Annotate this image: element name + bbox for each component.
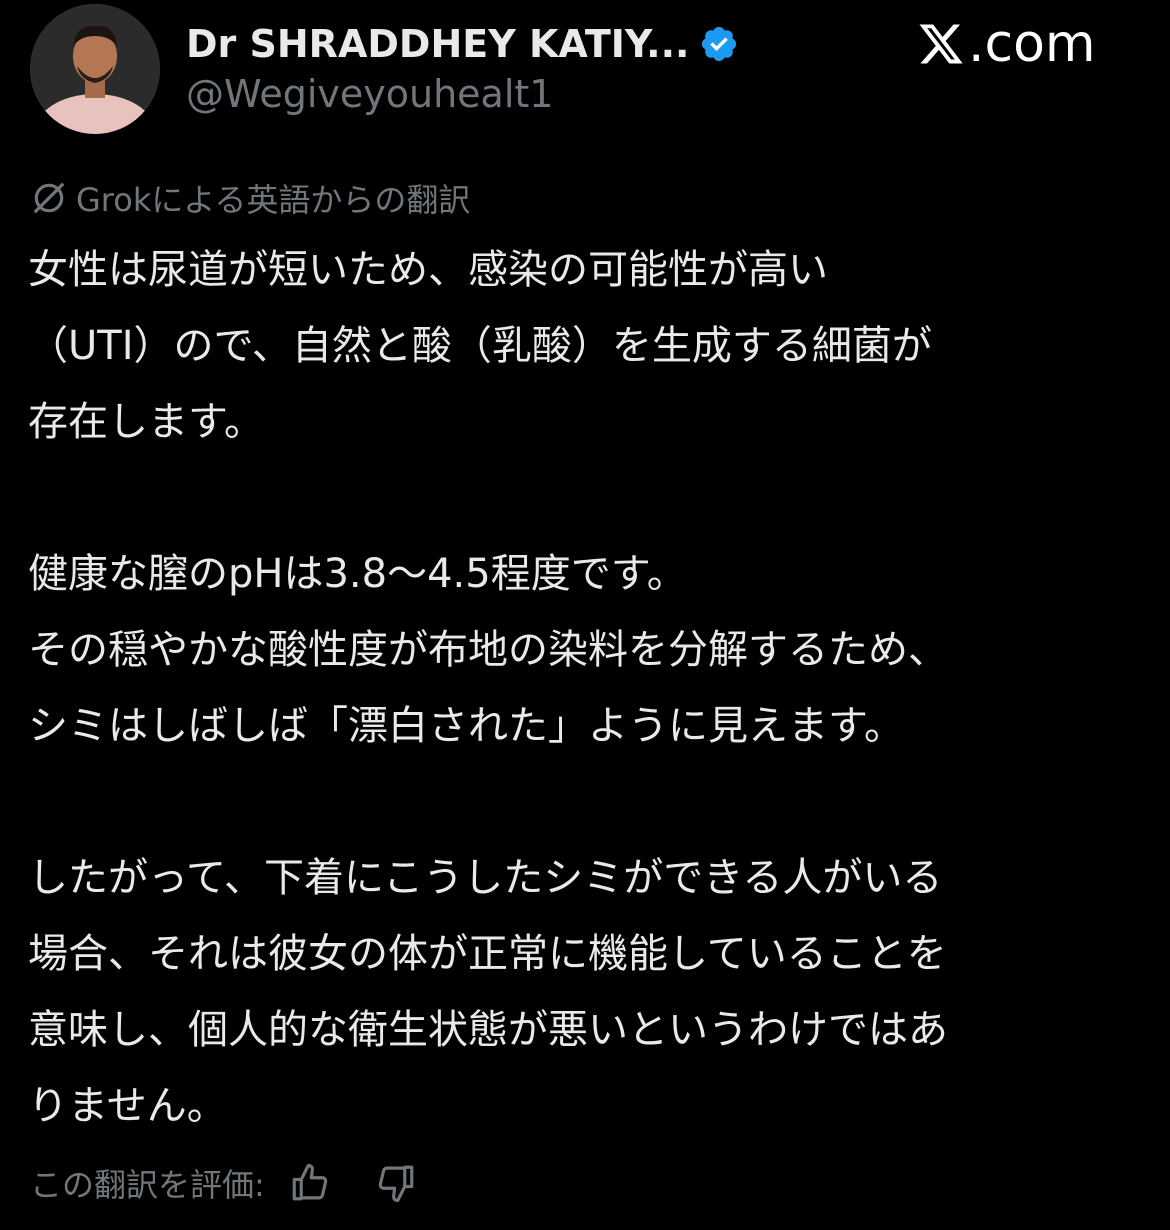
tweet-paragraph: したがって、下着にこうしたシミができる人がいる 場合、それは彼女の体が正常に機能… xyxy=(28,840,1140,1144)
verified-badge-icon xyxy=(699,24,739,64)
thumbs-down-icon xyxy=(378,1165,414,1203)
grok-icon xyxy=(33,182,65,214)
avatar[interactable] xyxy=(30,4,160,134)
tweet-line: シミはしばしば「漂白された」ように見えます。 xyxy=(28,703,904,749)
thumbs-up-icon xyxy=(292,1163,328,1201)
tweet-paragraph: 女性は尿道が短いため、感染の可能性が高い （UTI）ので、自然と酸（乳酸）を生成… xyxy=(28,232,1140,460)
brand-watermark: .com xyxy=(916,14,1096,74)
display-name[interactable]: Dr SHRADDHEY KATIY... xyxy=(186,22,689,66)
tweet-line: （UTI）ので、自然と酸（乳酸）を生成する細菌が xyxy=(28,323,932,369)
tweet-line: 意味し、個人的な衛生状態が悪いというわけではあ xyxy=(28,1007,948,1053)
rating-label: この翻訳を評価: xyxy=(30,1166,265,1204)
translation-rating: この翻訳を評価: xyxy=(30,1158,419,1208)
tweet-line: したがって、下着にこうしたシミができる人がいる xyxy=(28,855,943,901)
tweet-line: 健康な膣のpHは3.8〜4.5程度です。 xyxy=(28,551,687,597)
tweet-line: その穏やかな酸性度が布地の染料を分解するため、 xyxy=(28,627,948,673)
tweet-line: りません。 xyxy=(28,1083,227,1129)
tweet-line: 存在します。 xyxy=(28,399,264,445)
x-logo-icon xyxy=(919,24,963,64)
tweet-line: 女性は尿道が短いため、感染の可能性が高い xyxy=(28,247,828,293)
translation-notice: Grokによる英語からの翻訳 xyxy=(30,176,470,220)
brand-domain: .com xyxy=(968,14,1096,74)
tweet-paragraph: 健康な膣のpHは3.8〜4.5程度です。 その穏やかな酸性度が布地の染料を分解す… xyxy=(28,536,1140,764)
tweet-text: 女性は尿道が短いため、感染の可能性が高い （UTI）ので、自然と酸（乳酸）を生成… xyxy=(28,232,1140,1144)
profile-photo-icon xyxy=(30,4,160,134)
author-handle[interactable]: @Wegiveyouhealt1 xyxy=(186,72,553,116)
tweet-line: 場合、それは彼女の体が正常に機能していることを xyxy=(28,931,947,977)
thumbs-down-button[interactable] xyxy=(373,1160,419,1206)
display-name-row: Dr SHRADDHEY KATIY... xyxy=(186,18,739,70)
thumbs-up-button[interactable] xyxy=(287,1160,333,1206)
translation-label: Grokによる英語からの翻訳 xyxy=(76,181,471,219)
tweet-header: Dr SHRADDHEY KATIY... @Wegiveyouhealt1 .… xyxy=(0,0,1170,150)
